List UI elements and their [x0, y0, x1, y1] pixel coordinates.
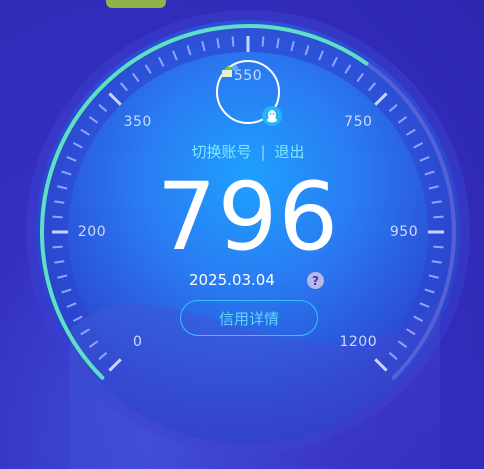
- logout-link[interactable]: 退出: [275, 141, 305, 162]
- gauge-tick-label: 750: [344, 113, 373, 130]
- qq-penguin-icon: [262, 106, 282, 126]
- question-icon[interactable]: ?: [307, 272, 324, 289]
- avatar-icon: [222, 65, 238, 77]
- account-separator: |: [260, 143, 266, 161]
- gauge-tick-label: 0: [132, 334, 143, 351]
- credit-detail-button[interactable]: 信用详情: [180, 300, 318, 336]
- gauge-tick-label: 350: [123, 113, 152, 130]
- score-date: 2025.03.04: [189, 271, 275, 289]
- gauge-tick-label: 1200: [339, 334, 378, 351]
- user-avatar[interactable]: [216, 60, 282, 126]
- account-actions: 切换账号 | 退出: [0, 141, 484, 162]
- gauge-minor-tick: [231, 36, 235, 47]
- credit-score-panel: 0 200 350 550 750 950 1200 切换账号 | 退出 796 2025.03…: [0, 0, 484, 469]
- credit-score: 796: [156, 163, 340, 272]
- switch-account-link[interactable]: 切换账号: [191, 141, 251, 162]
- gauge-minor-tick: [261, 36, 265, 47]
